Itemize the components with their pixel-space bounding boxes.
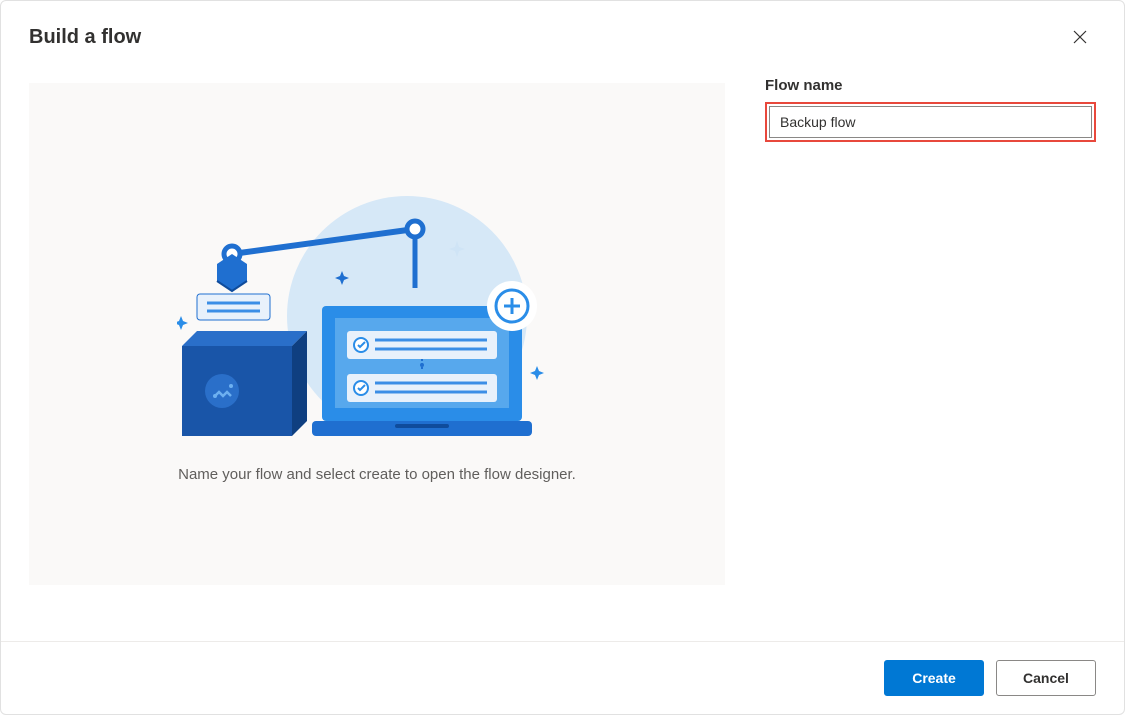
cancel-button[interactable]: Cancel — [996, 660, 1096, 696]
flow-illustration — [177, 186, 577, 436]
dialog-content: Name your flow and select create to open… — [1, 69, 1124, 641]
form-panel: Flow name — [765, 69, 1096, 641]
dialog-footer: Create Cancel — [1, 641, 1124, 714]
create-button[interactable]: Create — [884, 660, 984, 696]
build-flow-dialog: Build a flow — [0, 0, 1125, 715]
dialog-header: Build a flow — [1, 1, 1124, 69]
close-icon — [1073, 30, 1087, 44]
illustration-caption: Name your flow and select create to open… — [178, 466, 576, 483]
flow-name-highlight — [765, 102, 1096, 142]
illustration-panel: Name your flow and select create to open… — [29, 83, 725, 585]
dialog-title: Build a flow — [29, 26, 141, 49]
close-button[interactable] — [1064, 21, 1096, 53]
flow-name-label: Flow name — [765, 77, 1096, 94]
flow-name-input[interactable] — [769, 106, 1092, 138]
